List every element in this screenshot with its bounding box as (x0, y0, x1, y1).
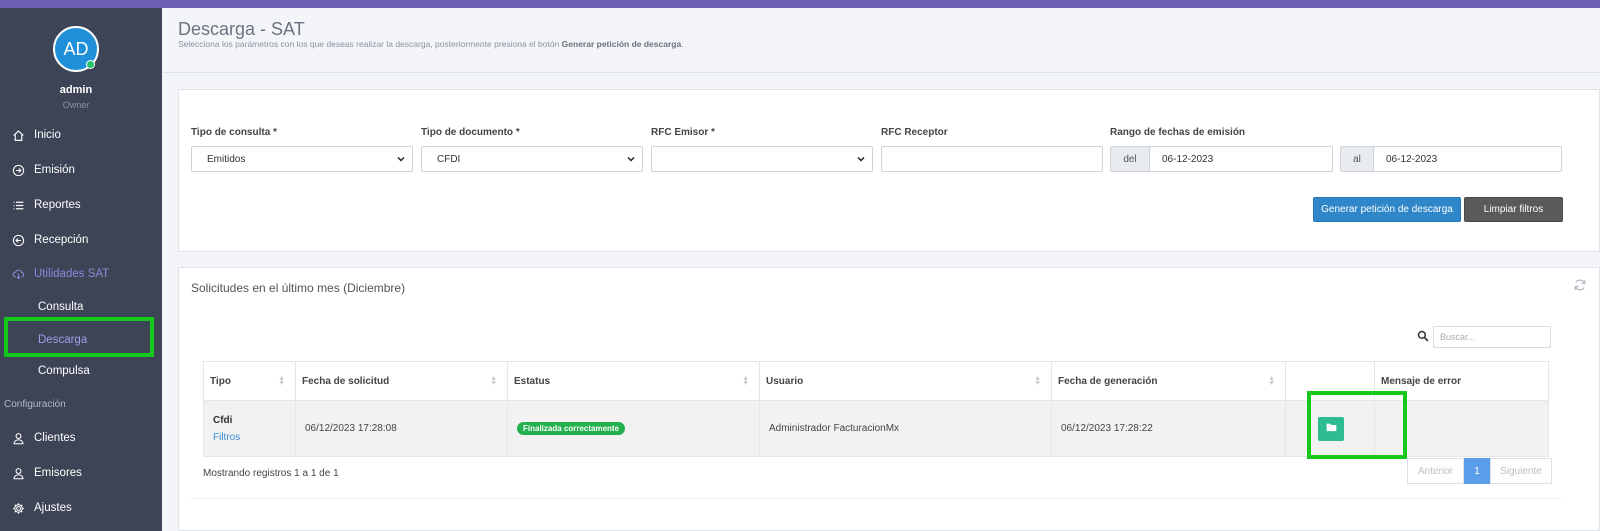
column-header-label: Estatus (514, 375, 551, 387)
column-header-fecha-solicitud[interactable]: Fecha de solicitud ▲ ▼ (295, 361, 508, 401)
sidebar-subitem-consulta[interactable]: Consulta (38, 301, 83, 313)
highlight-box-descarga (4, 317, 154, 357)
pagination-next[interactable]: Siguiente (1490, 458, 1552, 484)
column-header-tipo[interactable]: Tipo ▲ ▼ (203, 361, 296, 401)
cell-fecha-solicitud: 06/12/2023 17:28:08 (295, 400, 508, 457)
tipo-consulta-select[interactable]: Emitidos (191, 146, 413, 172)
sidebar: AD admin Owner Inicio Emisión Reportes R… (0, 8, 162, 531)
arrow-circle-left-icon (10, 232, 26, 248)
requests-title: Solicitudes en el último mes (Diciembre) (191, 281, 406, 295)
cloud-download-icon (10, 266, 26, 282)
filters-card: Tipo de consulta * Emitidos Tipo de docu… (178, 89, 1600, 252)
user-icon (10, 465, 26, 481)
sidebar-subitem-compulsa[interactable]: Compulsa (38, 365, 90, 377)
sidebar-item-inicio[interactable]: Inicio (0, 123, 160, 147)
page-subtitle-bold: Generar petición de descarga (561, 39, 682, 49)
status-badge: Finalizada correctamente (517, 422, 626, 435)
fecha-del-input[interactable]: 06-12-2023 (1149, 146, 1333, 172)
limpiar-filtros-button[interactable]: Limpiar filtros (1464, 197, 1563, 222)
sidebar-item-label: Emisión (34, 164, 75, 176)
column-header-label: Usuario (766, 375, 804, 387)
arrow-circle-right-icon (10, 162, 26, 178)
del-addon: del (1110, 146, 1150, 172)
column-header-estatus[interactable]: Estatus ▲ ▼ (507, 361, 760, 401)
sort-icon: ▲ ▼ (1034, 375, 1041, 387)
search-icon (1417, 330, 1429, 342)
chevron-down-icon (855, 153, 867, 165)
al-addon: al (1340, 146, 1374, 172)
sidebar-item-emision[interactable]: Emisión (0, 158, 160, 182)
sidebar-item-label: Ajustes (34, 502, 72, 514)
card-bottom-divider (191, 498, 1561, 499)
search-input[interactable]: Buscar... (1433, 326, 1551, 348)
user-icon (10, 430, 26, 446)
highlight-box-folder-button (1307, 391, 1407, 459)
rfc-emisor-label: RFC Emisor * (651, 127, 715, 138)
refresh-icon[interactable] (1573, 278, 1587, 292)
cell-usuario: Administrador FacturacionMx (759, 400, 1052, 457)
column-header-usuario[interactable]: Usuario ▲ ▼ (759, 361, 1052, 401)
sidebar-item-label: Utilidades SAT (34, 268, 110, 280)
user-role: Owner (62, 100, 90, 110)
sidebar-item-reportes[interactable]: Reportes (0, 193, 160, 217)
sort-icon: ▲ ▼ (490, 375, 497, 387)
sidebar-item-label: Clientes (34, 432, 76, 444)
chevron-down-icon (395, 153, 407, 165)
page-subtitle: Selecciona los parámetros con los que de… (178, 39, 684, 49)
rango-fechas-label: Rango de fechas de emisión (1110, 127, 1246, 138)
home-icon (10, 127, 26, 143)
cell-estatus: Finalizada correctamente (507, 400, 760, 457)
sidebar-item-label: Inicio (34, 129, 61, 141)
tipo-documento-select[interactable]: CFDI (421, 146, 643, 172)
sort-icon: ▲ ▼ (278, 375, 285, 387)
online-status-dot (86, 60, 95, 69)
tipo-consulta-label: Tipo de consulta * (191, 127, 277, 138)
cell-tipo: Cfdi Filtros (203, 400, 296, 457)
sidebar-section-label: Configuración (4, 399, 66, 410)
tipo-value: Cfdi (213, 414, 233, 426)
column-header-label: Mensaje de error (1381, 375, 1462, 387)
top-bar (0, 0, 1600, 8)
column-header-fecha-generacion[interactable]: Fecha de generación ▲ ▼ (1051, 361, 1286, 401)
rfc-emisor-select[interactable] (651, 146, 873, 172)
header-divider (162, 72, 1600, 73)
page-subtitle-end: . (681, 39, 684, 49)
sidebar-item-utilidades-sat[interactable]: Utilidades SAT (0, 262, 160, 286)
generar-peticion-button[interactable]: Generar petición de descarga (1313, 197, 1461, 222)
filtros-link[interactable]: Filtros (213, 432, 295, 443)
list-icon (10, 197, 26, 213)
sidebar-item-recepcion[interactable]: Recepción (0, 228, 160, 252)
user-name: admin (59, 84, 93, 96)
sort-icon: ▲ ▼ (742, 375, 749, 387)
page-subtitle-text: Selecciona los parámetros con los que de… (178, 39, 562, 49)
sort-icon: ▲ ▼ (1268, 375, 1275, 387)
rfc-receptor-label: RFC Receptor (881, 127, 948, 138)
avatar-initials: AD (63, 38, 89, 59)
records-info: Mostrando registros 1 a 1 de 1 (203, 468, 339, 479)
sidebar-item-label: Reportes (34, 199, 81, 211)
sidebar-item-emisores[interactable]: Emisores (0, 461, 160, 485)
pagination-page-1[interactable]: 1 (1464, 458, 1490, 484)
page-title: Descarga - SAT (178, 19, 305, 39)
pagination: Anterior 1 Siguiente (1407, 458, 1552, 484)
fecha-al-input[interactable]: 06-12-2023 (1373, 146, 1562, 172)
cell-fecha-generacion: 06/12/2023 17:28:22 (1051, 400, 1286, 457)
sidebar-item-ajustes[interactable]: Ajustes (0, 496, 160, 520)
gear-icon (10, 500, 26, 516)
sidebar-item-label: Recepción (34, 234, 89, 246)
chevron-down-icon (625, 153, 637, 165)
tipo-documento-label: Tipo de documento * (421, 127, 520, 138)
column-header-label: Tipo (210, 375, 231, 387)
column-header-label: Fecha de generación (1058, 375, 1158, 387)
sidebar-item-label: Emisores (34, 467, 82, 479)
sidebar-item-clientes[interactable]: Clientes (0, 426, 160, 450)
tipo-documento-value: CFDI (437, 153, 461, 165)
tipo-consulta-value: Emitidos (207, 153, 246, 165)
column-header-label: Fecha de solicitud (302, 375, 390, 387)
pagination-prev[interactable]: Anterior (1407, 458, 1464, 484)
rfc-receptor-input[interactable] (881, 146, 1103, 172)
